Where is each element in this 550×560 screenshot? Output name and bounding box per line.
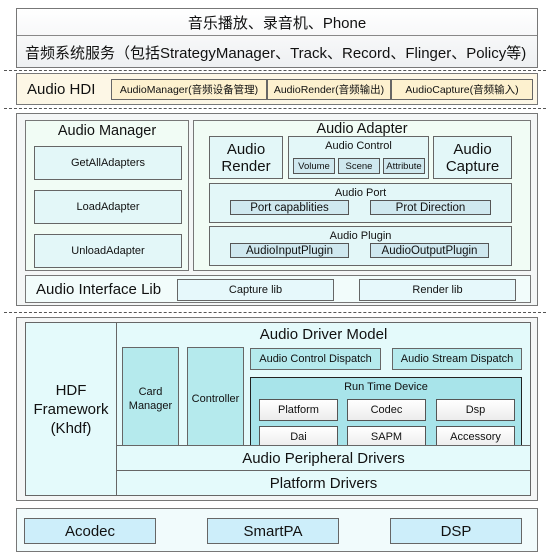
audio-interface-lib-title: Audio Interface Lib	[36, 280, 162, 298]
layer-divider	[4, 70, 546, 71]
audio-manager-title: Audio Manager	[57, 123, 157, 139]
kernel-driver-layer: HDF Framework (Khdf) Audio Driver Model …	[16, 317, 538, 501]
attribute-box: Attribute	[383, 158, 425, 174]
load-adapter-box: LoadAdapter	[34, 190, 182, 224]
hardware-layer: Acodec SmartPA DSP	[16, 508, 538, 552]
audio-port-box: Audio Port Port capablities Prot Directi…	[209, 183, 512, 223]
audio-plugin-box: Audio Plugin AudioInputPlugin AudioOutpu…	[209, 226, 512, 266]
audio-manager-panel: Audio Manager GetAllAdapters LoadAdapter…	[25, 120, 189, 271]
audio-hdi-layer: Audio HDI AudioManager(音频设备管理) AudioRend…	[16, 73, 538, 105]
audio-control-dispatch-box: Audio Control Dispatch	[250, 348, 381, 370]
hdi-audio-render: AudioRender(音频输出)	[267, 79, 391, 100]
applications-label: 音乐播放、录音机、Phone	[17, 9, 537, 36]
hdi-audio-manager: AudioManager(音频设备管理)	[111, 79, 267, 100]
card-manager-box: Card Manager	[122, 347, 179, 451]
audio-render-box: Audio Render	[209, 136, 283, 179]
get-all-adapters-box: GetAllAdapters	[34, 146, 182, 180]
audio-capture-box: Audio Capture	[433, 136, 512, 179]
platform-drivers-row: Platform Drivers	[117, 470, 530, 496]
audio-control-title: Audio Control	[325, 139, 392, 152]
layer-divider	[4, 312, 546, 313]
driver-layers: Audio Peripheral Drivers Platform Driver…	[116, 445, 531, 496]
audio-driver-model-title: Audio Driver Model	[259, 325, 388, 343]
system-services-label: 音频系统服务（包括StrategyManager、Track、Record、Fl…	[25, 44, 527, 62]
audio-control-box: Audio Control Volume Scene Attribute	[288, 136, 429, 179]
dsp-box: Dsp	[436, 399, 515, 421]
volume-box: Volume	[293, 158, 335, 174]
port-capabilities-box: Port capablities	[230, 200, 349, 215]
run-time-device-panel: Run Time Device Platform Codec Dsp Dai S…	[250, 377, 522, 452]
render-lib-box: Render lib	[359, 279, 516, 301]
audio-output-plugin-box: AudioOutputPlugin	[370, 243, 489, 258]
codec-box: Codec	[347, 399, 426, 421]
audio-stream-dispatch-box: Audio Stream Dispatch	[392, 348, 522, 370]
controller-box: Controller	[187, 347, 244, 451]
run-time-device-title: Run Time Device	[344, 381, 428, 393]
audio-peripheral-drivers-row: Audio Peripheral Drivers	[117, 445, 530, 471]
smartpa-box: SmartPA	[207, 518, 339, 544]
platform-box: Platform	[259, 399, 338, 421]
dsp-hardware-box: DSP	[390, 518, 522, 544]
layer-divider	[4, 108, 546, 109]
unload-adapter-box: UnloadAdapter	[34, 234, 182, 268]
audio-interface-lib-panel: Audio Interface Lib Capture lib Render l…	[25, 275, 531, 303]
port-direction-box: Prot Direction	[370, 200, 491, 215]
audio-port-title: Audio Port	[334, 186, 387, 199]
hdi-audio-capture: AudioCapture(音频输入)	[391, 79, 533, 100]
hdi-implementation-layer: Audio Manager GetAllAdapters LoadAdapter…	[16, 113, 538, 306]
audio-adapter-panel: Audio Adapter Audio Render Audio Control…	[193, 120, 531, 271]
audio-plugin-title: Audio Plugin	[329, 229, 392, 242]
audio-input-plugin-box: AudioInputPlugin	[230, 243, 349, 258]
capture-lib-box: Capture lib	[177, 279, 334, 301]
scene-box: Scene	[338, 158, 380, 174]
application-layer: 音乐播放、录音机、Phone 音频系统服务（包括StrategyManager、…	[16, 8, 538, 68]
audio-hdi-title: Audio HDI	[27, 80, 96, 98]
audio-adapter-title: Audio Adapter	[316, 121, 408, 137]
hdf-framework-box: HDF Framework (Khdf)	[25, 322, 117, 496]
acodec-box: Acodec	[24, 518, 156, 544]
